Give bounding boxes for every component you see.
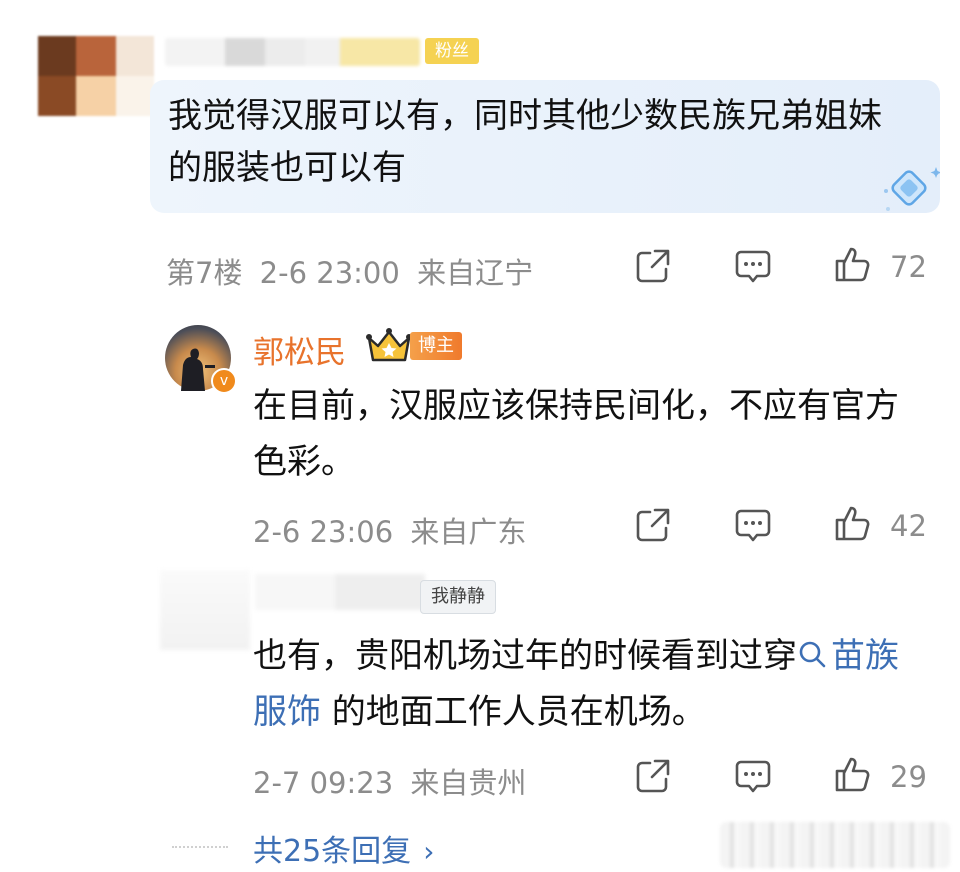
- like-count: 29: [890, 760, 927, 794]
- quoted-user-tag[interactable]: 我静静: [420, 580, 496, 614]
- verified-badge-icon: v: [211, 368, 237, 394]
- like-count: 42: [890, 509, 927, 543]
- chevron-right-icon: ›: [423, 835, 435, 868]
- comment-location: 来自辽宁: [417, 256, 534, 290]
- gem-icon: [884, 167, 940, 211]
- comment-time: 2-6 23:00: [259, 256, 400, 290]
- divider: [172, 846, 228, 848]
- like-icon[interactable]: [833, 754, 873, 794]
- reply-text: 也有，贵阳机场过年的时候看到过穿 苗族服饰 的地面工作人员在机场。: [253, 628, 913, 740]
- reply-location: 来自广东: [410, 515, 527, 549]
- fans-badge: 粉丝: [425, 38, 479, 64]
- crown-icon: [366, 328, 412, 362]
- share-icon[interactable]: [633, 246, 673, 286]
- comment-text: 我觉得汉服可以有，同时其他少数民族兄弟姐妹的服装也可以有: [168, 96, 882, 188]
- blurred-username[interactable]: [165, 38, 420, 66]
- blurred-avatar[interactable]: [160, 570, 250, 650]
- reply-text: 在目前，汉服应该保持民间化，不应有官方色彩。: [253, 386, 899, 482]
- share-icon[interactable]: [633, 505, 673, 545]
- comment-meta: 第7楼 2-6 23:00 来自辽宁: [166, 250, 533, 292]
- comment-icon[interactable]: [733, 756, 773, 796]
- total-replies-label[interactable]: 共25条回复: [253, 834, 411, 869]
- reply-time: 2-7 09:23: [253, 766, 394, 800]
- reply-text-after: 的地面工作人员在机场。: [321, 692, 706, 732]
- like-icon[interactable]: [833, 244, 873, 284]
- comment-icon[interactable]: [733, 505, 773, 545]
- reply-meta: 2-7 09:23 来自贵州: [253, 760, 526, 802]
- view-all-replies-link[interactable]: 共25条回复 ›: [253, 826, 434, 870]
- like-count: 72: [890, 250, 927, 284]
- floor-number: 第7楼: [166, 256, 243, 290]
- blurred-avatar[interactable]: [38, 36, 154, 116]
- comment-icon[interactable]: [733, 246, 773, 286]
- reply-time: 2-6 23:06: [253, 515, 394, 549]
- author-name[interactable]: 郭松民: [253, 327, 346, 372]
- like-icon[interactable]: [833, 503, 873, 543]
- reply-text-before: 也有，贵阳机场过年的时候看到过穿: [253, 636, 797, 676]
- share-icon[interactable]: [633, 756, 673, 796]
- reply-meta: 2-6 23:06 来自广东: [253, 509, 526, 551]
- search-icon: [799, 641, 826, 668]
- reply-location: 来自贵州: [410, 766, 527, 800]
- blurred-watermark: [720, 822, 950, 868]
- blogger-badge: 博主: [410, 332, 462, 360]
- blurred-username[interactable]: [255, 574, 425, 610]
